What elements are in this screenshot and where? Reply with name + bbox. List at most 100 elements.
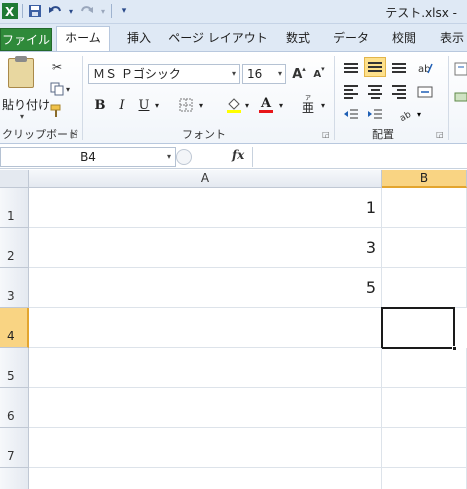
cell-a8[interactable] bbox=[29, 468, 382, 489]
borders-icon[interactable] bbox=[176, 95, 196, 115]
row-header-1[interactable]: 1 bbox=[0, 188, 29, 228]
cell-b7[interactable] bbox=[382, 428, 467, 468]
row-header-8[interactable] bbox=[0, 468, 29, 489]
redo-icon[interactable] bbox=[79, 3, 95, 19]
fill-color-dropdown-icon[interactable]: ▾ bbox=[242, 95, 252, 115]
tab-insert[interactable]: 挿入 bbox=[118, 27, 160, 51]
shrink-font-arrow-icon: ▾ bbox=[321, 65, 325, 73]
undo-dropdown-icon[interactable]: ▾ bbox=[67, 3, 75, 19]
currency-icon[interactable] bbox=[452, 88, 467, 106]
quick-access-toolbar: X ▾ ▾ ▾ bbox=[2, 3, 132, 19]
row-header-3[interactable]: 3 bbox=[0, 268, 29, 308]
cell-b1[interactable] bbox=[382, 188, 467, 228]
excel-app-icon[interactable]: X bbox=[2, 3, 18, 19]
align-bottom-icon[interactable] bbox=[388, 58, 410, 78]
cell-b4-active[interactable] bbox=[381, 307, 455, 349]
font-size-dropdown-icon[interactable]: ▾ bbox=[278, 65, 282, 83]
row-header-7[interactable]: 7 bbox=[0, 428, 29, 468]
cell-a5[interactable] bbox=[29, 348, 382, 388]
formula-bar-expand-icon[interactable] bbox=[176, 149, 192, 165]
cell-a2[interactable]: 3 bbox=[29, 228, 382, 268]
number-format-icon[interactable] bbox=[452, 60, 467, 78]
ribbon-tabs: ファイル ホーム 挿入 ページ レイアウト 数式 データ 校閲 表示 bbox=[0, 24, 467, 51]
borders-dropdown-icon[interactable]: ▾ bbox=[196, 95, 206, 115]
row-header-4[interactable]: 4 bbox=[0, 308, 29, 348]
name-box[interactable]: B4 ▾ bbox=[0, 147, 176, 167]
cell-b3[interactable] bbox=[382, 268, 467, 308]
row-header-5[interactable]: 5 bbox=[0, 348, 29, 388]
formula-input[interactable] bbox=[252, 147, 467, 167]
paste-button[interactable]: 貼り付け ▾ bbox=[2, 56, 50, 121]
row-header-2[interactable]: 2 bbox=[0, 228, 29, 268]
font-size-combo[interactable]: 16 ▾ bbox=[242, 64, 286, 84]
font-name-combo[interactable]: ＭＳ Ｐゴシック ▾ bbox=[88, 64, 240, 84]
underline-dropdown-icon[interactable]: ▾ bbox=[152, 95, 162, 115]
copy-dropdown-icon[interactable]: ▾ bbox=[64, 80, 72, 98]
increase-indent-icon[interactable] bbox=[364, 104, 386, 124]
window-title: テスト.xlsx - bbox=[385, 6, 457, 20]
formula-bar: B4 ▾ fx bbox=[0, 145, 467, 169]
tab-data[interactable]: データ bbox=[328, 27, 374, 51]
format-painter-icon[interactable] bbox=[48, 102, 66, 120]
cell-a3[interactable]: 5 bbox=[29, 268, 382, 308]
align-middle-icon[interactable] bbox=[364, 57, 386, 77]
phonetic-guide-button[interactable]: ア 亜 bbox=[298, 95, 318, 115]
svg-text:ab: ab bbox=[399, 110, 413, 121]
align-left-icon[interactable] bbox=[340, 82, 362, 102]
font-color-swatch bbox=[259, 109, 273, 113]
cell-a1[interactable]: 1 bbox=[29, 188, 382, 228]
cell-b8[interactable] bbox=[382, 468, 467, 489]
orientation-icon[interactable]: ab bbox=[414, 58, 436, 78]
save-icon[interactable] bbox=[27, 3, 43, 19]
insert-function-button[interactable]: fx bbox=[232, 148, 244, 162]
align-right-icon[interactable] bbox=[388, 82, 410, 102]
align-top-icon[interactable] bbox=[340, 58, 362, 78]
svg-text:ab: ab bbox=[418, 64, 430, 75]
group-separator bbox=[82, 56, 83, 140]
row-header-6[interactable]: 6 bbox=[0, 388, 29, 428]
svg-text:X: X bbox=[5, 5, 15, 19]
cell-a6[interactable] bbox=[29, 388, 382, 428]
column-header-a[interactable]: A bbox=[29, 170, 382, 188]
group-separator bbox=[448, 56, 449, 140]
name-box-dropdown-icon[interactable]: ▾ bbox=[167, 148, 171, 166]
cell-a7[interactable] bbox=[29, 428, 382, 468]
column-header-b[interactable]: B bbox=[382, 170, 467, 188]
customize-qat-icon[interactable]: ▾ bbox=[116, 3, 132, 19]
undo-icon[interactable] bbox=[47, 3, 63, 19]
shrink-font-button[interactable]: A ▾ bbox=[310, 65, 328, 83]
cell-b6[interactable] bbox=[382, 388, 467, 428]
font-color-button[interactable]: A bbox=[256, 95, 276, 115]
cell-b5[interactable] bbox=[382, 348, 467, 388]
text-orientation-dropdown-icon[interactable]: ▾ bbox=[414, 104, 424, 124]
tab-view[interactable]: 表示 bbox=[432, 27, 467, 51]
merge-center-icon[interactable] bbox=[414, 82, 436, 102]
clipboard-launcher-icon[interactable]: ◲ bbox=[70, 130, 78, 139]
italic-button[interactable]: I bbox=[112, 95, 132, 115]
grow-font-button[interactable]: A ▴ bbox=[290, 65, 308, 83]
phonetic-dropdown-icon[interactable]: ▾ bbox=[318, 95, 328, 115]
decrease-indent-icon[interactable] bbox=[340, 104, 362, 124]
tab-page-layout[interactable]: ページ レイアウト bbox=[166, 27, 270, 51]
alignment-launcher-icon[interactable]: ◲ bbox=[436, 130, 444, 139]
cell-b2[interactable] bbox=[382, 228, 467, 268]
cell-a4[interactable] bbox=[29, 308, 382, 348]
shrink-font-label: A bbox=[313, 68, 322, 80]
grow-font-label: A bbox=[292, 66, 303, 82]
bold-button[interactable]: B bbox=[90, 95, 110, 115]
font-color-dropdown-icon[interactable]: ▾ bbox=[276, 95, 286, 115]
font-launcher-icon[interactable]: ◲ bbox=[322, 130, 330, 139]
tab-home[interactable]: ホーム bbox=[56, 26, 110, 51]
font-name-dropdown-icon[interactable]: ▾ bbox=[232, 65, 236, 83]
redo-dropdown-icon[interactable]: ▾ bbox=[99, 3, 107, 19]
cut-icon[interactable]: ✂ bbox=[48, 58, 66, 76]
tab-file[interactable]: ファイル bbox=[0, 28, 52, 51]
align-center-icon[interactable] bbox=[364, 82, 386, 102]
paste-dropdown-icon[interactable]: ▾ bbox=[20, 112, 24, 121]
underline-button[interactable]: U bbox=[134, 95, 154, 115]
group-separator bbox=[334, 56, 335, 140]
tab-review[interactable]: 校閲 bbox=[384, 27, 424, 51]
fill-color-icon[interactable] bbox=[224, 95, 244, 115]
select-all-button[interactable] bbox=[0, 170, 29, 188]
tab-formulas[interactable]: 数式 bbox=[278, 27, 318, 51]
